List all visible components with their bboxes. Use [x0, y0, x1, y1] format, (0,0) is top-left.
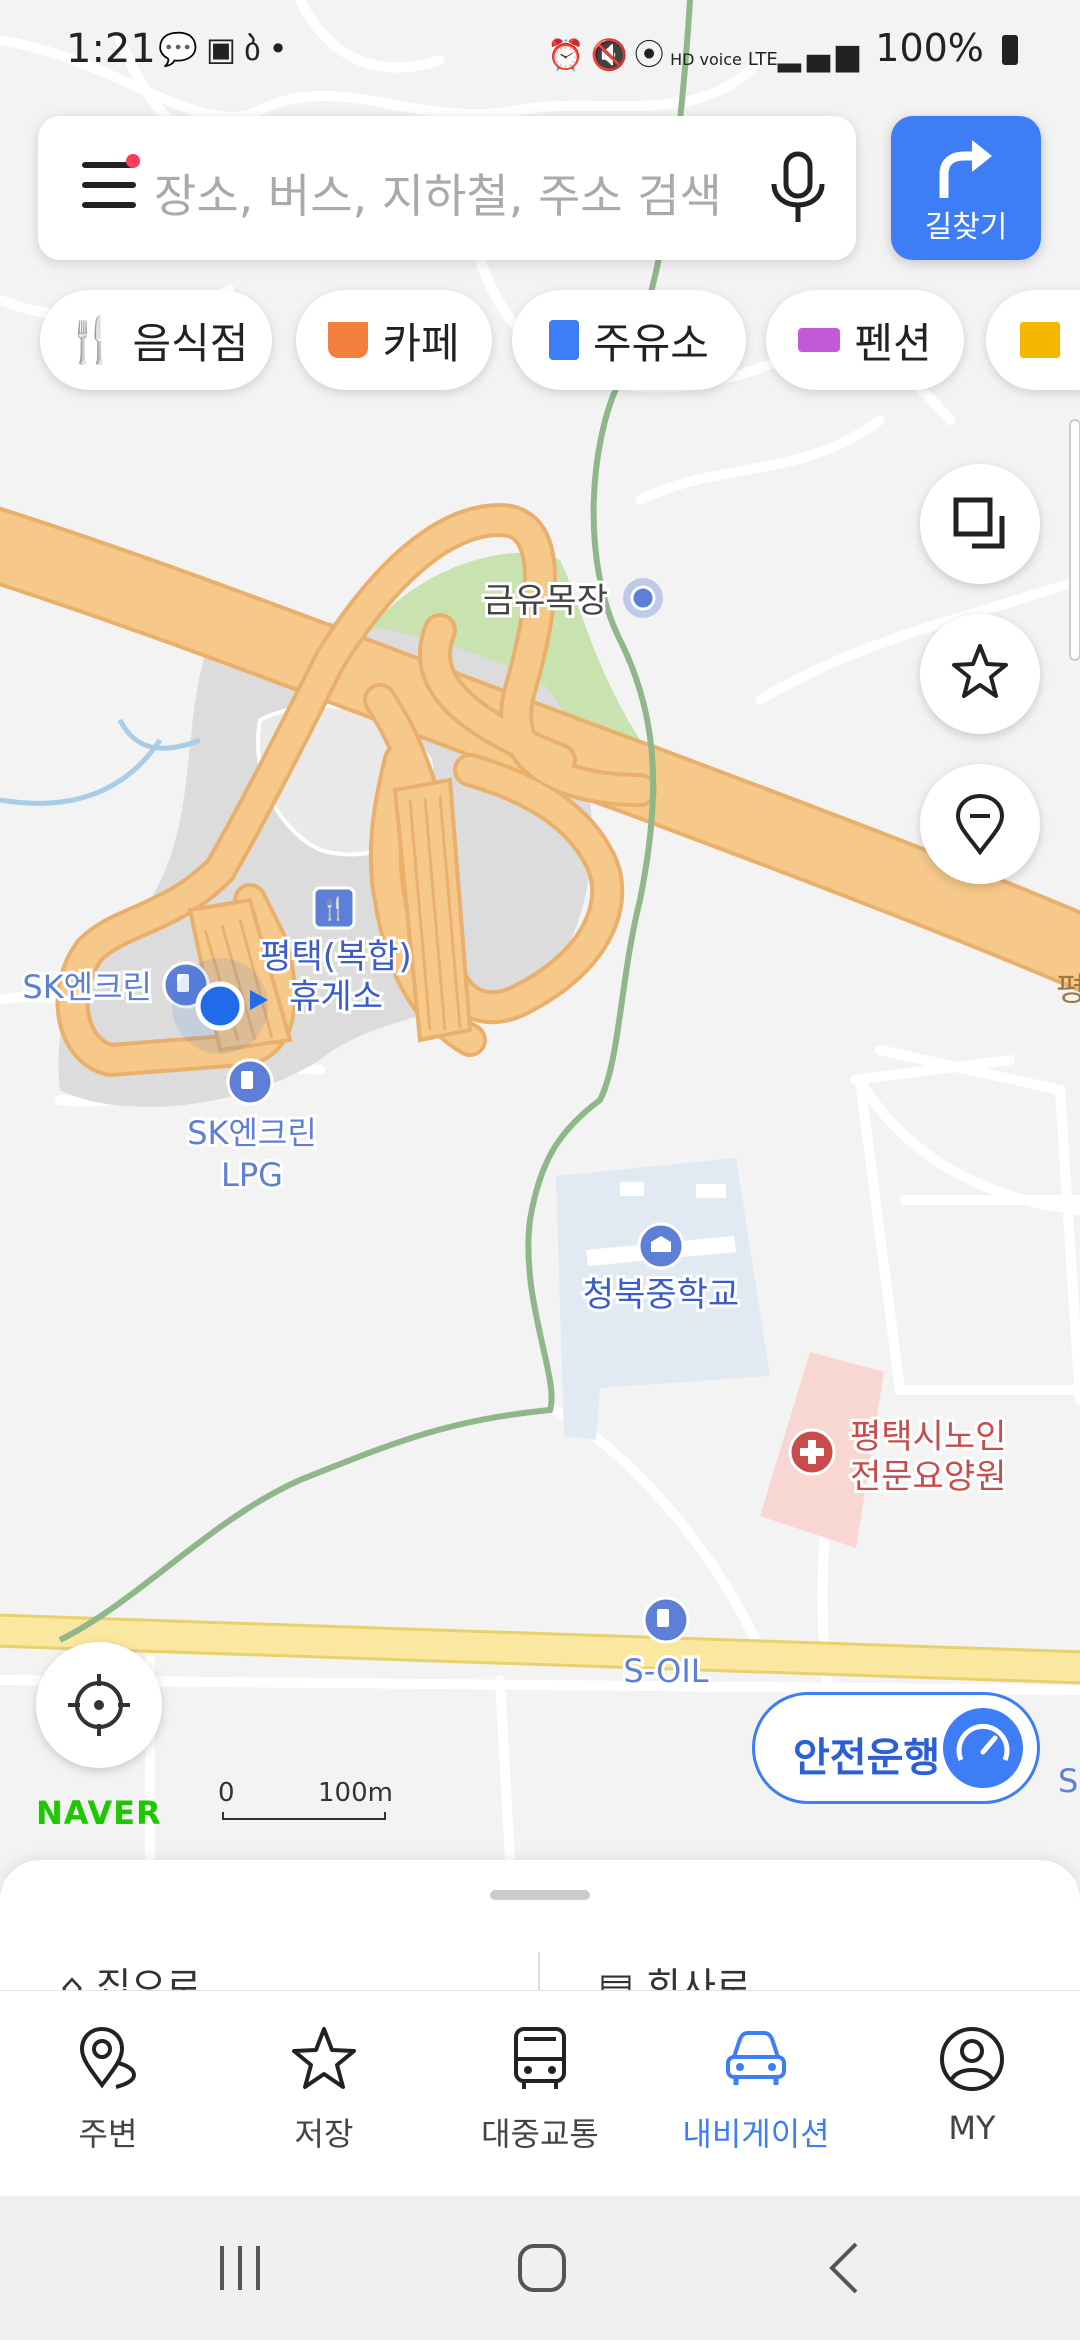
dot-icon: •	[268, 30, 296, 68]
status-time: 1:21	[66, 26, 156, 72]
star-icon	[292, 2027, 356, 2089]
lpg-poi-icon[interactable]	[226, 1058, 274, 1106]
scale-max: 100m	[318, 1778, 393, 1808]
status-right-icons: ⏰🔇⦿HD voice LTE▂▄▆	[547, 30, 865, 74]
search-input[interactable]: 장소, 버스, 지하철, 주소 검색	[154, 160, 722, 226]
tab-saved[interactable]: 저장	[216, 2023, 432, 2155]
tab-my[interactable]: MY	[864, 2023, 1080, 2147]
soil-label: S-OIL	[623, 1652, 708, 1690]
notification-dot	[126, 154, 140, 168]
category-label-restaurant: 음식점	[132, 318, 249, 368]
current-location-marker	[172, 958, 268, 1054]
sk-lpg-label-1: SK엔크린	[187, 1114, 317, 1152]
scale-zero: 0	[218, 1778, 235, 1808]
hd-voice-icon: HD voice	[670, 50, 742, 69]
mute-icon: 🔇	[590, 38, 635, 73]
alarm-icon: ⏰	[547, 38, 591, 73]
status-bar: 1:21 💬▣ბ• ⏰🔇⦿HD voice LTE▂▄▆ 100%	[0, 0, 1080, 104]
category-chip-restaurant[interactable]: 🍴 음식점	[40, 290, 272, 390]
bottom-sheet[interactable]: ⌂ 집으로 ▤ 회사로	[0, 1860, 1080, 2000]
battery-percent: 100%	[875, 26, 984, 70]
scale-bar	[222, 1812, 386, 1820]
map-pin-icon	[79, 2026, 137, 2089]
sk-lpg-label-2: LPG	[221, 1156, 283, 1194]
pin-minus-icon	[955, 793, 1005, 856]
search-bar[interactable]: 장소, 버스, 지하철, 주소 검색	[38, 116, 856, 260]
back-icon[interactable]	[816, 2238, 876, 2298]
rest-area-label-2: 휴게소	[289, 977, 383, 1017]
svg-text:🍴: 🍴	[320, 896, 347, 922]
tab-label-my: MY	[948, 2109, 996, 2147]
category-label-gas-station: 주유소	[593, 318, 709, 368]
tab-navigation[interactable]: 내비게이션	[648, 2023, 864, 2155]
category-label-cafe: 카페	[382, 318, 460, 368]
place-pin-button[interactable]	[920, 764, 1040, 884]
safe-drive-label: 안전운행	[793, 1735, 941, 1781]
tab-label-navigation: 내비게이션	[682, 2115, 830, 2153]
car-icon	[726, 2031, 786, 2085]
star-icon	[952, 644, 1008, 698]
layers-button[interactable]	[920, 464, 1040, 584]
category-chip-cafe[interactable]: 카페	[296, 290, 492, 390]
lte-icon: LTE	[747, 49, 778, 70]
naver-logo: NAVER	[36, 1794, 162, 1832]
tab-label-nearby: 주변	[78, 2115, 138, 2153]
menu-icon[interactable]	[82, 154, 140, 214]
turn-right-arrow-icon	[939, 140, 992, 198]
fork-knife-icon: 🍴	[63, 315, 119, 366]
tab-transit[interactable]: 대중교통	[432, 2023, 648, 2155]
gas-pump-icon	[549, 320, 580, 360]
tab-label-transit: 대중교통	[481, 2115, 599, 2153]
sk-station-label: SK엔크린	[22, 968, 152, 1006]
hospital-label-2: 전문요양원	[850, 1457, 1006, 1497]
soil-poi-icon[interactable]	[642, 1596, 690, 1644]
school-poi-icon[interactable]	[637, 1222, 685, 1270]
directions-button[interactable]: 길찾기	[891, 116, 1041, 260]
microphone-icon[interactable]	[762, 150, 834, 226]
category-chip-store[interactable]	[986, 290, 1080, 390]
hospital-label-1: 평택시노인	[850, 1417, 1006, 1457]
edge-right-label: S	[1058, 1762, 1078, 1800]
directions-label: 길찾기	[924, 210, 1008, 245]
store-icon	[1020, 322, 1060, 358]
location-icon: ⦿	[634, 38, 671, 73]
speedometer-icon	[943, 1708, 1023, 1788]
sheet-drag-handle[interactable]	[490, 1890, 590, 1900]
signal-icon: ▂▄▆	[777, 38, 865, 73]
kakaotalk-icon: 💬	[158, 30, 206, 68]
favorites-button[interactable]	[920, 614, 1040, 734]
category-chip-pension[interactable]: 펜션	[766, 290, 964, 390]
school-label: 청북중학교	[583, 1275, 739, 1315]
tab-label-saved: 저장	[294, 2115, 354, 2153]
tab-nearby[interactable]: 주변	[0, 2023, 216, 2155]
category-chip-gas-station[interactable]: 주유소	[512, 290, 746, 390]
cup-icon	[328, 322, 369, 358]
profile-icon	[940, 2027, 1004, 2091]
category-label-pension: 펜션	[854, 318, 932, 368]
map-canvas[interactable]: 🍴 금유목장 평택(복합) 휴게소 SK엔크린 SK엔크린 LPG 청북중학교 …	[0, 0, 1080, 1860]
status-left-icons: 💬▣ბ•	[158, 30, 296, 68]
ranch-label: 금유목장	[483, 581, 608, 621]
recent-apps-icon[interactable]	[210, 2238, 270, 2298]
locate-me-button[interactable]	[36, 1642, 162, 1768]
safe-drive-button[interactable]: 안전운행	[752, 1692, 1040, 1804]
map-scale: 0 100m	[218, 1778, 393, 1822]
crosshair-icon	[68, 1674, 130, 1736]
gallery-icon: ▣	[205, 30, 245, 68]
rest-area-label-1: 평택(복합)	[260, 937, 412, 977]
restaurant-poi-icon[interactable]: 🍴	[312, 886, 356, 930]
road-edge-label: 평	[1056, 970, 1080, 1008]
bottom-tab-bar: 주변 저장 대중교통 내비게이션 MY	[0, 1990, 1080, 2197]
layers-icon	[953, 497, 1005, 549]
system-nav-bar	[0, 2196, 1080, 2340]
battery-icon	[1002, 35, 1018, 65]
bus-icon	[514, 2027, 566, 2089]
hospital-poi-icon[interactable]	[788, 1428, 836, 1476]
category-chips: 🍴 음식점 카페 주유소 펜션	[0, 290, 1080, 400]
map-scroll-handle[interactable]	[1069, 419, 1080, 661]
app-icon: ბ	[244, 30, 269, 68]
battery-status: 100%	[875, 26, 1018, 70]
home-button-icon[interactable]	[512, 2238, 572, 2298]
bed-icon	[798, 328, 841, 352]
